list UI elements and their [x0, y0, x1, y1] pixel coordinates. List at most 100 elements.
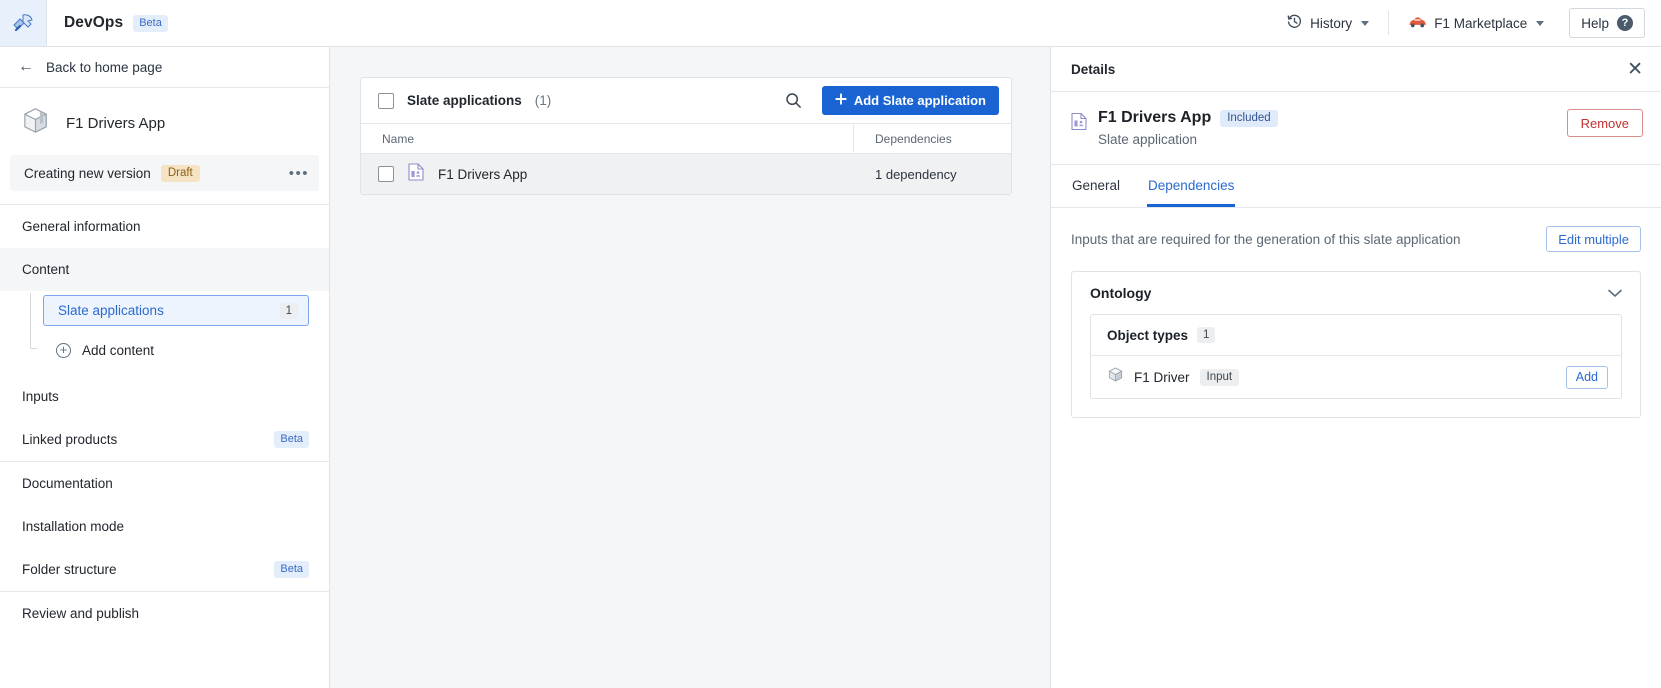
- entity-name: F1 Drivers App: [1098, 109, 1212, 126]
- object-type-name: F1 Driver: [1134, 369, 1190, 385]
- card-count: (1): [534, 93, 552, 108]
- sidebar-item-label: Inputs: [22, 389, 59, 404]
- sidebar-item-documentation[interactable]: Documentation: [0, 462, 329, 505]
- close-icon[interactable]: ✕: [1627, 60, 1643, 79]
- chevron-down-icon: [1536, 20, 1545, 26]
- status-badge: Draft: [160, 164, 200, 182]
- topbar-actions: History F1 Marketplace Help ?: [1271, 0, 1661, 46]
- version-label: Creating new version: [24, 165, 151, 181]
- sidebar-item-installation-mode[interactable]: Installation mode: [0, 505, 329, 548]
- add-slate-application-label: Add Slate application: [853, 93, 986, 108]
- edit-multiple-button[interactable]: Edit multiple: [1546, 226, 1641, 252]
- divider: [1388, 11, 1390, 35]
- sidebar-item-label: Review and publish: [22, 606, 140, 621]
- add-content-button[interactable]: + Add content: [43, 335, 309, 365]
- back-to-home-button[interactable]: ← Back to home page: [0, 47, 329, 88]
- search-icon[interactable]: [778, 87, 809, 114]
- marketplace-menu[interactable]: F1 Marketplace: [1393, 0, 1559, 47]
- add-slate-application-button[interactable]: Add Slate application: [821, 86, 999, 115]
- sidebar-item-label: Folder structure: [22, 562, 117, 577]
- ontology-panel-header[interactable]: Ontology: [1072, 272, 1640, 314]
- slate-document-icon: [1071, 112, 1087, 136]
- brand-beta-badge: Beta: [133, 14, 168, 32]
- entity-subtitle: Slate application: [1098, 132, 1198, 147]
- sidebar-item-review-and-publish[interactable]: Review and publish: [0, 592, 329, 635]
- sidebar-item-inputs[interactable]: Inputs: [0, 375, 329, 418]
- details-title: Details: [1071, 61, 1116, 77]
- dependencies-description: Inputs that are required for the generat…: [1071, 231, 1461, 247]
- add-content-label: Add content: [82, 342, 155, 358]
- plus-circle-icon: +: [56, 342, 71, 358]
- object-type-cube-icon: [1107, 366, 1124, 388]
- list-item[interactable]: F1 Driver Input Add: [1091, 356, 1621, 398]
- sidebar-item-label: General information: [22, 219, 141, 234]
- object-types-count: 1: [1197, 327, 1216, 343]
- question-mark-icon: ?: [1617, 15, 1633, 31]
- row-checkbox[interactable]: [378, 166, 394, 182]
- card-header: Slate applications (1) Add Slate applica…: [361, 78, 1011, 123]
- top-bar: DevOps Beta History F1 Marketplace Help …: [0, 0, 1661, 47]
- back-label: Back to home page: [46, 59, 163, 75]
- sidebar-item-slate-applications[interactable]: Slate applications 1: [43, 295, 309, 326]
- history-clock-icon: [1286, 13, 1303, 33]
- main-content: Slate applications (1) Add Slate applica…: [330, 47, 1050, 688]
- marketplace-label: F1 Marketplace: [1434, 15, 1528, 31]
- table-cell-name: F1 Drivers App: [361, 162, 854, 186]
- chevron-down-icon: [1608, 285, 1622, 301]
- details-header: Details ✕: [1051, 47, 1661, 92]
- sidebar-item-content[interactable]: Content: [0, 248, 329, 291]
- object-types-header: Object types 1: [1091, 315, 1621, 356]
- object-types-panel: Object types 1 F1 Driver Input Add: [1090, 314, 1622, 399]
- dependencies-body: Inputs that are required for the generat…: [1051, 208, 1661, 418]
- app-root: DevOps Beta History F1 Marketplace Help …: [0, 0, 1661, 688]
- devops-hammer-logo-icon[interactable]: [0, 0, 47, 46]
- sidebar-item-label: Documentation: [22, 476, 113, 491]
- help-button[interactable]: Help ?: [1569, 8, 1645, 38]
- tab-dependencies[interactable]: Dependencies: [1147, 165, 1236, 207]
- version-status-row: Creating new version Draft •••: [10, 155, 319, 191]
- sidebar-item-label: Linked products: [22, 432, 118, 447]
- row-name-label: F1 Drivers App: [438, 166, 528, 182]
- object-types-title: Object types: [1107, 327, 1189, 343]
- package-box-icon: [20, 105, 51, 141]
- arrow-left-icon: ←: [18, 58, 34, 75]
- sidebar-subitem-label: Slate applications: [58, 303, 164, 318]
- content-subnav: Slate applications 1 + Add content: [0, 291, 329, 365]
- sidebar-item-linked-products[interactable]: Linked products Beta: [0, 418, 329, 461]
- select-all-checkbox[interactable]: [378, 92, 394, 109]
- column-header-dependencies[interactable]: Dependencies: [854, 123, 1011, 154]
- sidebar-item-folder-structure[interactable]: Folder structure Beta: [0, 548, 329, 591]
- column-header-name[interactable]: Name: [361, 123, 854, 154]
- sidebar-item-beta-badge: Beta: [274, 431, 309, 448]
- ontology-panel: Ontology Object types 1 F1 Driver Input …: [1071, 271, 1641, 418]
- status-badge: Included: [1220, 109, 1278, 127]
- tab-general[interactable]: General: [1071, 165, 1121, 207]
- history-menu[interactable]: History: [1271, 0, 1384, 47]
- details-tabs: General Dependencies: [1051, 165, 1661, 208]
- help-label: Help: [1581, 15, 1609, 31]
- ontology-title: Ontology: [1090, 285, 1152, 301]
- brand: DevOps Beta: [47, 0, 168, 46]
- dependencies-description-row: Inputs that are required for the generat…: [1071, 226, 1641, 252]
- sidebar-item-general-information[interactable]: General information: [0, 205, 329, 248]
- remove-button[interactable]: Remove: [1566, 109, 1643, 137]
- sidebar: ← Back to home page F1 Drivers App Creat…: [0, 47, 330, 688]
- sidebar-item-label: Content: [22, 262, 70, 277]
- entity-name-line: F1 Drivers App Included: [1098, 109, 1278, 127]
- object-type-badge: Input: [1199, 368, 1240, 386]
- card-title: Slate applications: [407, 93, 522, 108]
- sidebar-subitem-count: 1: [279, 302, 298, 319]
- brand-name: DevOps: [64, 14, 124, 31]
- entity-text: F1 Drivers App Included Slate applicatio…: [1098, 109, 1278, 147]
- sidebar-item-label: Installation mode: [22, 519, 125, 534]
- slate-applications-card: Slate applications (1) Add Slate applica…: [360, 77, 1012, 195]
- more-options-icon[interactable]: •••: [289, 166, 309, 181]
- chevron-down-icon: [1361, 20, 1370, 26]
- body: ← Back to home page F1 Drivers App Creat…: [0, 47, 1661, 688]
- plus-icon: [835, 93, 847, 108]
- slate-document-icon: [408, 162, 424, 186]
- add-object-type-button[interactable]: Add: [1565, 365, 1608, 389]
- table-row[interactable]: F1 Drivers App 1 dependency: [361, 154, 1011, 194]
- race-car-icon: [1408, 14, 1427, 33]
